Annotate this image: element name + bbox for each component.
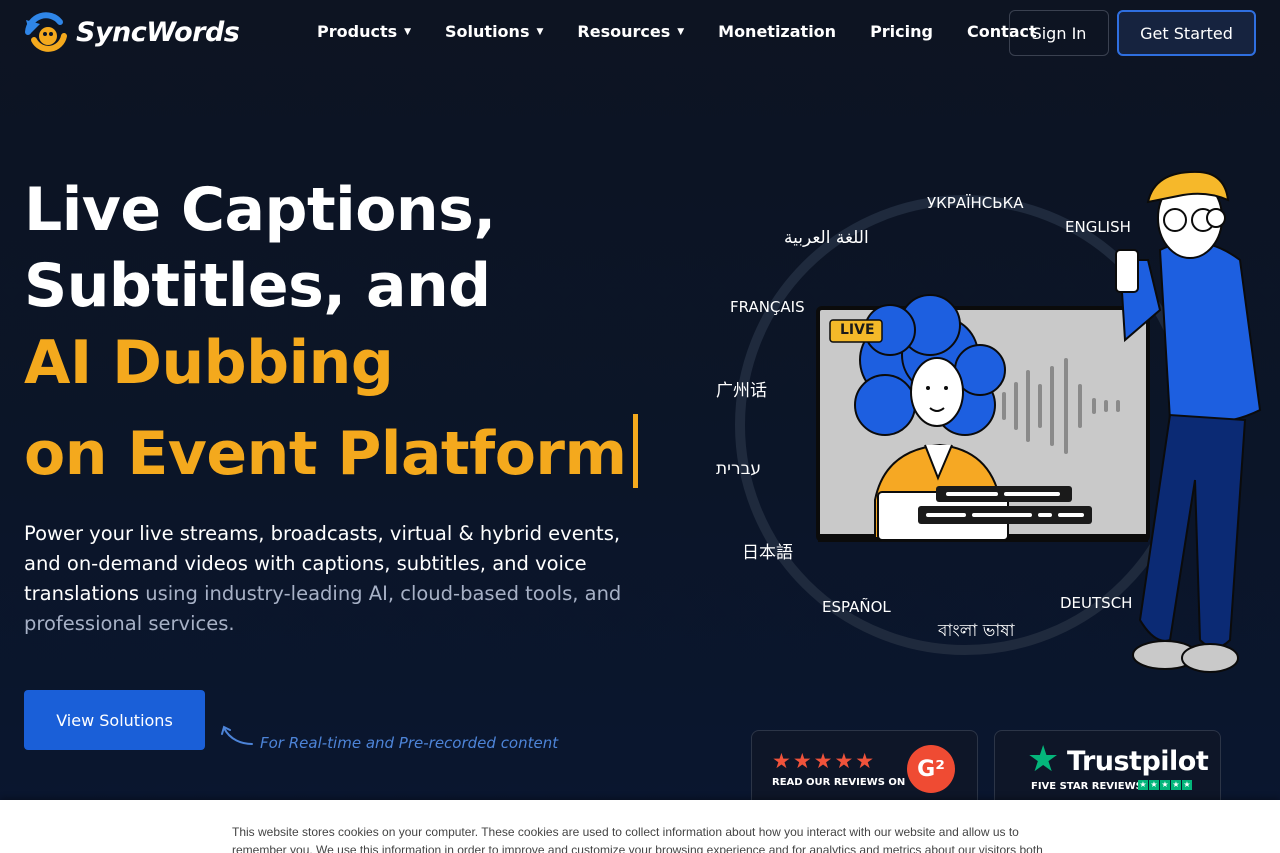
hero-description: Power your live streams, broadcasts, vir… <box>24 519 624 639</box>
get-started-button[interactable]: Get Started <box>1117 10 1256 56</box>
menu-solutions-label: Solutions <box>445 22 530 41</box>
caret-down-icon: ▼ <box>404 26 412 37</box>
trustpilot-name: Trustpilot <box>1067 746 1209 777</box>
view-solutions-button[interactable]: View Solutions <box>24 690 205 750</box>
g2-review-card[interactable]: ★★★★★ READ OUR REVIEWS ON G² <box>751 730 978 810</box>
trustpilot-rating-icon: ★ ★ ★ ★ ★ <box>1138 780 1192 790</box>
typing-cursor <box>632 414 638 488</box>
hero-illustration: LIVE УКРАЇНСЬКА ENGLISH اللغة العربية FR… <box>700 160 1280 690</box>
caret-down-icon: ▼ <box>536 26 544 37</box>
lang-english: ENGLISH <box>1065 218 1131 236</box>
live-badge: LIVE <box>840 322 875 338</box>
brand-name: SyncWords <box>76 16 240 48</box>
trustpilot-review-card[interactable]: ★ Trustpilot FIVE STAR REVIEWS ★ ★ ★ ★ ★ <box>994 730 1221 810</box>
cookie-banner: This website stores cookies on your comp… <box>0 800 1280 853</box>
top-navigation: SyncWords Products ▼ Solutions ▼ Resourc… <box>0 0 1280 66</box>
cookie-text: This website stores cookies on your comp… <box>232 825 1043 853</box>
trustpilot-star-icon: ★ <box>1027 739 1060 780</box>
lang-japanese: 日本語 <box>742 543 793 563</box>
brand-logo[interactable]: SyncWords <box>24 10 240 54</box>
cta-annotation: For Real-time and Pre-recorded content <box>260 734 559 752</box>
menu-pricing[interactable]: Pricing <box>870 22 933 41</box>
menu-products-label: Products <box>317 22 398 41</box>
lang-bengali: বাংলা ভাষা <box>938 621 1015 641</box>
g2-review-text: READ OUR REVIEWS ON <box>772 777 906 788</box>
menu-monetization-label: Monetization <box>718 22 837 41</box>
hero-heading-line3: AI Dubbing <box>24 328 394 398</box>
menu-solutions[interactable]: Solutions ▼ <box>445 22 543 41</box>
sign-in-button[interactable]: Sign In <box>1009 10 1109 56</box>
menu-monetization[interactable]: Monetization <box>718 22 836 41</box>
hero-heading-line4: on Event Platform <box>24 414 638 488</box>
menu-pricing-label: Pricing <box>870 22 933 41</box>
lang-french: FRANÇAIS <box>730 298 805 316</box>
g2-stars: ★★★★★ <box>772 749 877 773</box>
curved-arrow-icon <box>221 725 253 745</box>
lang-arabic: اللغة العربية <box>784 228 869 248</box>
menu-products[interactable]: Products ▼ <box>317 22 411 41</box>
lang-hebrew: עברית <box>716 459 762 479</box>
menu-resources[interactable]: Resources ▼ <box>577 22 684 41</box>
main-menu: Products ▼ Solutions ▼ Resources ▼ Monet… <box>317 22 1071 41</box>
menu-resources-label: Resources <box>577 22 671 41</box>
lang-german: DEUTSCH <box>1060 594 1133 612</box>
g2-logo-icon: G² <box>907 745 955 793</box>
lang-ukrainian: УКРАЇНСЬКА <box>927 194 1024 212</box>
hero-heading-line1: Live Captions, <box>24 175 496 245</box>
lang-spanish: ESPAÑOL <box>822 598 891 616</box>
lang-cantonese: 广州话 <box>716 381 767 401</box>
trustpilot-sub: FIVE STAR REVIEWS <box>1031 781 1143 792</box>
caret-down-icon: ▼ <box>677 26 685 37</box>
hero-heading-line2: Subtitles, and <box>24 251 491 321</box>
syncwords-logo-icon <box>24 10 70 54</box>
hero-heading-line4-text: on Event Platform <box>24 419 627 489</box>
